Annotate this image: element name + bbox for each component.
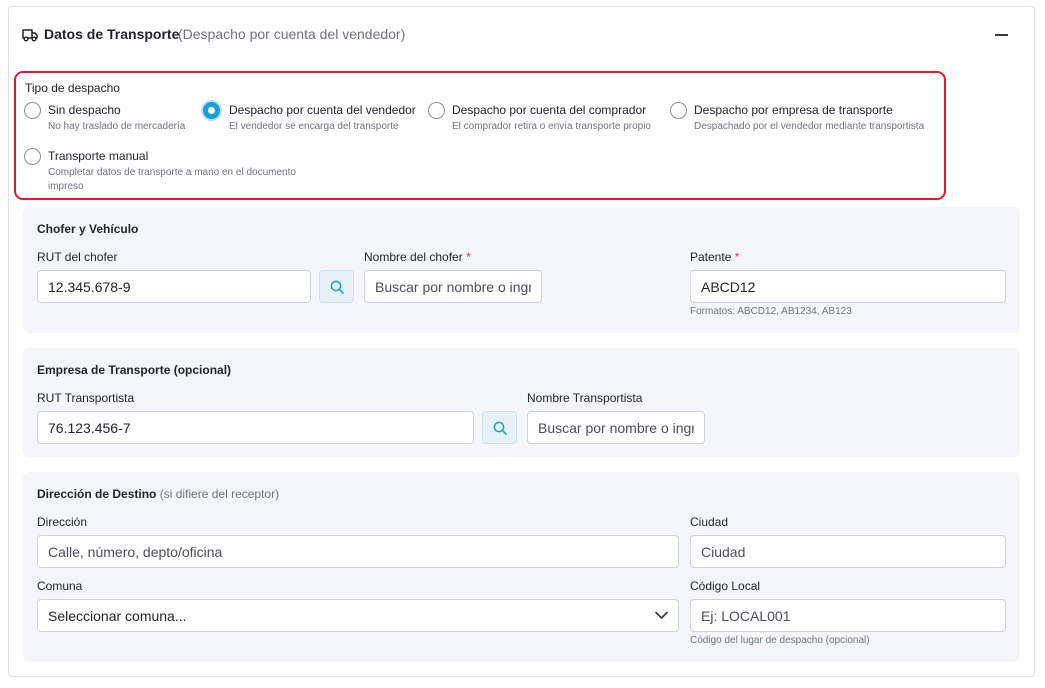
radio-despacho-comprador[interactable]: Despacho por cuenta del comprador El com… — [428, 102, 663, 136]
radio-button[interactable] — [24, 148, 41, 165]
radio-title: Despacho por cuenta del comprador — [452, 103, 647, 117]
radio-description: El comprador retira o envía transporte p… — [452, 121, 651, 132]
address-input[interactable] — [37, 535, 679, 568]
company-section-title: Empresa de Transporte (opcional) — [37, 363, 232, 377]
plate-input[interactable] — [690, 270, 1006, 303]
radio-title: Despacho por empresa de transporte — [694, 103, 893, 117]
radio-button[interactable] — [670, 102, 687, 119]
radio-title: Transporte manual — [48, 149, 149, 163]
address-label: Dirección — [37, 515, 88, 529]
city-label: Ciudad — [690, 515, 729, 529]
radio-description: Despachado por el vendedor mediante tran… — [694, 121, 925, 132]
company-rut-label: RUT Transportista — [37, 391, 135, 405]
destination-section-title: Dirección de Destino (si difiere del rec… — [37, 487, 280, 501]
driver-section-title: Chofer y Vehículo — [37, 222, 139, 236]
radio-button[interactable] — [24, 102, 41, 119]
required-mark: * — [466, 250, 471, 264]
card-subtitle: (Despacho por cuenta del vendedor) — [178, 26, 406, 42]
driver-rut-label: RUT del chofer — [37, 250, 118, 264]
radio-despacho-vendedor[interactable]: Despacho por cuenta del vendedor El vend… — [203, 102, 418, 136]
truck-icon — [22, 29, 38, 42]
company-section: Empresa de Transporte (opcional) RUT Tra… — [23, 348, 1020, 457]
radio-description: El vendedor se encarga del transporte — [229, 121, 399, 132]
driver-name-input[interactable] — [364, 270, 542, 303]
search-icon — [330, 280, 344, 294]
dispatch-type-label: Tipo de despacho — [25, 81, 120, 95]
company-search-button[interactable] — [482, 411, 517, 444]
plate-label: Patente * — [690, 250, 740, 264]
radio-sin-despacho[interactable]: Sin despacho No hay traslado de mercader… — [24, 102, 199, 136]
card-title: Datos de Transporte — [44, 26, 180, 42]
comuna-select-value: Seleccionar comuna... — [48, 608, 187, 624]
driver-search-button[interactable] — [319, 270, 354, 303]
company-name-label: Nombre Transportista — [527, 391, 643, 405]
plate-help-text: Formatos: ABCD12, AB1234, AB123 — [690, 306, 852, 317]
required-mark: * — [734, 250, 740, 264]
local-code-help-text: Código del lugar de despacho (opcional) — [690, 635, 870, 646]
search-icon — [493, 421, 507, 435]
radio-button[interactable] — [428, 102, 445, 119]
local-code-input[interactable] — [690, 599, 1006, 632]
local-code-label: Código Local — [690, 579, 761, 593]
dispatch-type-group: Tipo de despacho Sin despacho No hay tra… — [14, 71, 946, 200]
driver-name-label: Nombre del chofer * — [364, 250, 471, 264]
radio-title: Sin despacho — [48, 103, 121, 117]
company-name-input[interactable] — [527, 411, 705, 444]
minus-icon[interactable] — [993, 33, 1009, 37]
city-input[interactable] — [690, 535, 1006, 568]
comuna-select[interactable]: Seleccionar comuna... — [37, 599, 679, 632]
destination-section: Dirección de Destino (si difiere del rec… — [23, 472, 1020, 662]
card-header: Datos de Transporte (Despacho por cuenta… — [9, 7, 1034, 63]
radio-empresa-transporte[interactable]: Despacho por empresa de transporte Despa… — [670, 102, 935, 136]
destination-title-note: (si difiere del receptor) — [159, 487, 280, 501]
radio-button-checked[interactable] — [203, 102, 220, 119]
transport-card: Datos de Transporte (Despacho por cuenta… — [8, 6, 1035, 677]
comuna-label: Comuna — [37, 579, 83, 593]
radio-title: Despacho por cuenta del vendedor — [229, 103, 416, 117]
driver-section: Chofer y Vehículo RUT del chofer Nombre … — [23, 207, 1020, 333]
radio-description: No hay traslado de mercadería — [48, 121, 186, 132]
radio-description: Completar datos de transporte a mano en … — [48, 167, 296, 192]
chevron-down-icon — [655, 611, 668, 619]
company-rut-input[interactable] — [37, 411, 474, 444]
driver-rut-input[interactable] — [37, 270, 311, 303]
radio-transporte-manual[interactable]: Transporte manual Completar datos de tra… — [24, 148, 314, 192]
